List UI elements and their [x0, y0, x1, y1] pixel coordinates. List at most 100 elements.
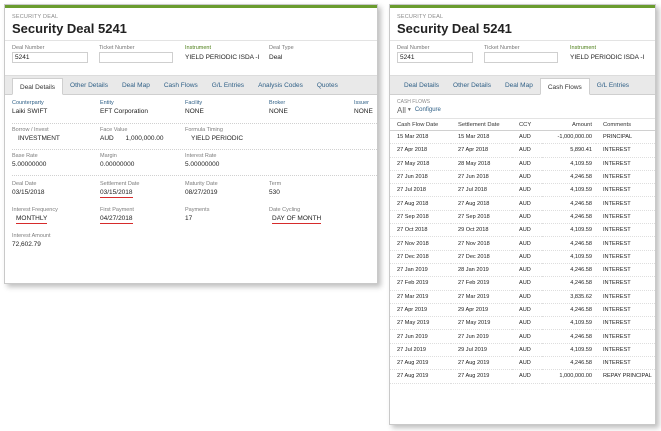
payments-cell: Payments 17 — [185, 207, 209, 222]
term-label: Term — [269, 181, 282, 187]
tab-bar: Deal Details Other Details Deal Map Cash… — [390, 75, 655, 95]
tab-cash-flows[interactable]: Cash Flows — [539, 78, 590, 95]
facility-value: NONE — [185, 108, 204, 115]
first-payment-label: First Payment — [100, 207, 134, 213]
ticket-number-input[interactable] — [484, 52, 558, 63]
table-row[interactable]: 27 Nov 2018 27 Nov 2018 AUD 4,246.58 INTERES… — [390, 236, 655, 251]
table-cell: 27 May 2019 — [390, 316, 451, 331]
table-row[interactable]: 27 Mar 2019 27 Mar 2019 AUD 3,835.62 INTERES… — [390, 290, 655, 304]
table-row[interactable]: 27 Sep 2018 27 Sep 2018 AUD 4,246.58 INTERES… — [390, 210, 655, 225]
table-row[interactable]: 27 May 2019 27 May 2019 AUD 4,109.59 INTERES… — [390, 316, 655, 331]
facility-label: Facility — [185, 100, 203, 106]
header-subtitle: SECURITY DEAL — [12, 14, 59, 20]
table-row[interactable]: 27 Feb 2019 27 Feb 2019 AUD 4,246.58 INTERES… — [390, 276, 655, 291]
table-row[interactable]: 27 Aug 2019 27 Aug 2019 AUD 1,000,000.00 REP… — [390, 369, 655, 384]
table-cell: AUD — [512, 196, 542, 211]
tab-deal-map[interactable]: Deal Map — [115, 77, 157, 94]
filter-dropdown[interactable]: All — [397, 106, 406, 115]
table-cell: 4,246.58 — [542, 170, 596, 185]
column-header[interactable]: Comments — [596, 118, 655, 131]
table-row[interactable]: 27 Aug 2018 27 Aug 2018 AUD 4,246.58 INTERES… — [390, 196, 655, 211]
interest-frequency-label: Interest Frequency — [12, 207, 58, 213]
column-header[interactable]: Cash Flow Date — [390, 118, 451, 131]
table-row[interactable]: 27 Apr 2019 29 Apr 2019 AUD 4,246.58 INTERES… — [390, 303, 655, 318]
cash-flows-table: Cash Flow Date Settlement Date CCY Amoun… — [390, 118, 655, 384]
table-cell: 27 Aug 2019 — [390, 369, 451, 384]
date-cycling-label: Date Cycling — [269, 207, 301, 213]
table-row[interactable]: 27 Jun 2018 27 Jun 2018 AUD 4,246.58 INTERES… — [390, 170, 655, 185]
table-cell: INTEREST — [596, 290, 655, 304]
instrument-value[interactable]: YIELD PERIODIC ISDA -I — [570, 54, 644, 61]
deal-number-input[interactable]: 5241 — [12, 52, 88, 63]
table-row[interactable]: 27 Jan 2019 28 Jan 2019 AUD 4,246.58 INTERES… — [390, 263, 655, 278]
configure-link[interactable]: Configure — [415, 107, 441, 113]
deal-number-field: Deal Number 5241 — [12, 45, 88, 63]
interest-rate-value: 5.00000000 — [185, 161, 220, 168]
interest-amount-value: 72,602.79 — [12, 241, 41, 248]
interest-rate-label: Interest Rate — [185, 153, 217, 159]
instrument-label: Instrument — [185, 45, 211, 51]
entity-cell: Entity EFT Corporation — [100, 100, 148, 115]
table-cell: 27 Apr 2018 — [390, 143, 451, 158]
table-cell: INTEREST — [596, 276, 655, 291]
table-cell: 4,109.59 — [542, 183, 596, 198]
tab-deal-details[interactable]: Deal Details — [397, 77, 446, 94]
deal-number-input[interactable]: 5241 — [397, 52, 473, 63]
table-cell: -1,000,000.00 — [542, 130, 596, 145]
base-rate-cell: Base Rate 5.00000000 — [12, 153, 46, 168]
header-subtitle: SECURITY DEAL — [397, 14, 444, 20]
table-cell: 4,109.59 — [542, 250, 596, 264]
column-header[interactable]: Settlement Date — [451, 118, 512, 131]
tab-other-details[interactable]: Other Details — [63, 77, 115, 94]
column-header[interactable]: CCY — [512, 118, 542, 131]
tab-quotes[interactable]: Quotes — [310, 77, 345, 94]
table-cell: INTEREST — [596, 316, 655, 331]
ticket-number-input[interactable] — [99, 52, 173, 63]
tab-analysis-codes[interactable]: Analysis Codes — [251, 77, 310, 94]
tab-other-details[interactable]: Other Details — [446, 77, 498, 94]
face-value-row: AUD 1,000,000.00 — [100, 135, 164, 142]
table-row[interactable]: 27 Dec 2018 27 Dec 2018 AUD 4,109.59 INTERES… — [390, 250, 655, 264]
table-cell: AUD — [512, 369, 542, 384]
deal-date-label: Deal Date — [12, 181, 37, 187]
table-row[interactable]: 27 Jun 2019 27 Jun 2019 AUD 4,246.58 INTERES… — [390, 329, 655, 344]
chevron-down-icon[interactable]: ▼ — [407, 107, 412, 113]
settlement-date-cell: Settlement Date 03/15/2018 — [100, 181, 139, 198]
table-cell: 27 Apr 2019 — [390, 303, 451, 318]
table-cell: 27 Aug 2018 — [390, 196, 451, 211]
formula-timing-value: YIELD PERIODIC — [191, 135, 244, 142]
table-row[interactable]: 27 Jul 2018 27 Jul 2018 AUD 4,109.59 INTERES… — [390, 183, 655, 198]
instrument-value[interactable]: YIELD PERIODIC ISDA -I — [185, 54, 259, 61]
table-cell: PRINCIPAL — [596, 130, 655, 145]
first-payment-cell: First Payment 04/27/2018 — [100, 207, 134, 224]
table-row[interactable]: 27 May 2018 28 May 2018 AUD 4,109.59 INTERES… — [390, 157, 655, 171]
tab-deal-details[interactable]: Deal Details — [12, 78, 64, 95]
counterparty-value: Laiki SWIFT — [12, 108, 48, 115]
table-row[interactable]: 27 Oct 2018 29 Oct 2018 AUD 4,109.59 INTERES… — [390, 223, 655, 238]
panel-header: SECURITY DEAL Security Deal 5241 — [390, 8, 655, 41]
tab-cash-flows[interactable]: Cash Flows — [157, 77, 205, 94]
table-cell: 3,835.62 — [542, 290, 596, 304]
deal-number-field: Deal Number 5241 — [397, 45, 473, 63]
table-row[interactable]: 27 Apr 2018 27 Apr 2018 AUD 5,890.41 INTERES… — [390, 143, 655, 158]
table-cell: 27 Feb 2019 — [390, 276, 451, 291]
table-cell: 28 May 2018 — [451, 157, 512, 171]
table-cell: 27 Dec 2018 — [390, 250, 451, 264]
divider — [12, 123, 377, 124]
table-row[interactable]: 15 Mar 2018 15 Mar 2018 AUD -1,000,000.00 PR… — [390, 130, 655, 145]
deal-details-panel: SECURITY DEAL Security Deal 5241 Deal Nu… — [4, 4, 378, 284]
issuer-label: Issuer — [354, 100, 369, 106]
table-cell: 27 Aug 2019 — [390, 356, 451, 371]
table-row[interactable]: 27 Jul 2019 29 Jul 2019 AUD 4,109.59 INTERES… — [390, 343, 655, 358]
term-cell: Term 530 — [269, 181, 281, 196]
table-cell: 4,246.58 — [542, 303, 596, 318]
table-cell: AUD — [512, 356, 542, 371]
table-cell: INTEREST — [596, 223, 655, 238]
margin-value: 0.00000000 — [100, 161, 135, 168]
table-row[interactable]: 27 Aug 2019 27 Aug 2019 AUD 4,246.58 INTERES… — [390, 356, 655, 371]
column-header[interactable]: Amount — [542, 118, 596, 131]
tab-deal-map[interactable]: Deal Map — [498, 77, 540, 94]
table-cell: 27 Jun 2018 — [451, 170, 512, 185]
tab-gl-entries[interactable]: G/L Entries — [205, 77, 251, 94]
tab-gl-entries[interactable]: G/L Entries — [590, 77, 636, 94]
